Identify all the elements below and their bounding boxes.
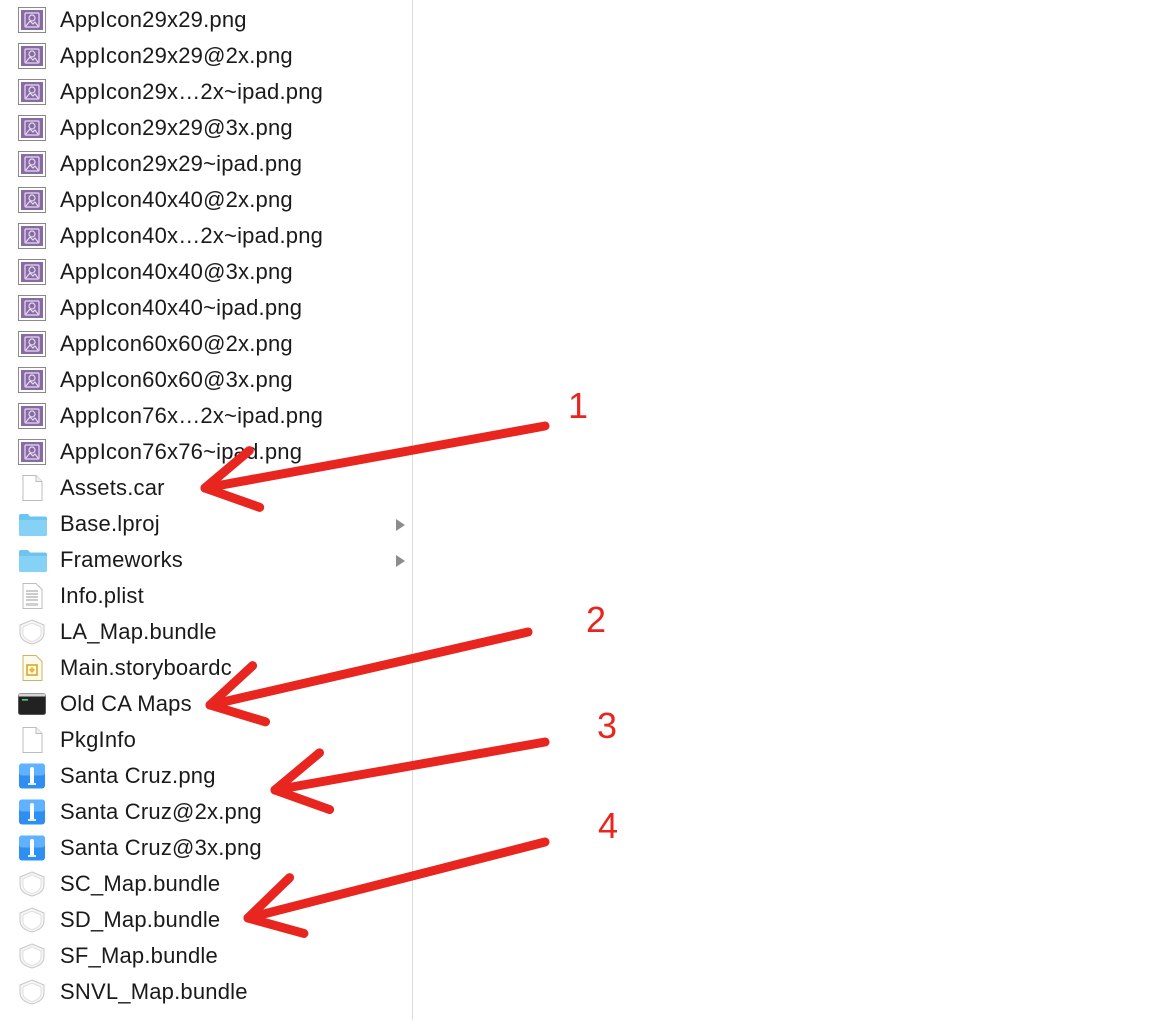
file-name: SC_Map.bundle: [60, 871, 221, 896]
list-item[interactable]: AppIcon60x60@3x.png: [0, 362, 412, 398]
list-item[interactable]: PkgInfo: [0, 722, 412, 758]
callout-number-1: 1: [568, 385, 589, 426]
file-name: PkgInfo: [60, 727, 137, 752]
list-item[interactable]: Santa Cruz.png: [0, 758, 412, 794]
list-item[interactable]: Info.plist: [0, 578, 412, 614]
callout-number-3: 3: [597, 705, 618, 746]
list-item[interactable]: Santa Cruz@3x.png: [0, 830, 412, 866]
list-item[interactable]: SD_Map.bundle: [0, 902, 412, 938]
list-item[interactable]: AppIcon29x29@2x.png: [0, 38, 412, 74]
image-icon: [18, 151, 46, 177]
list-item[interactable]: AppIcon29x29@3x.png: [0, 110, 412, 146]
bundle-icon: [18, 979, 46, 1005]
image-icon: [18, 115, 46, 141]
list-item[interactable]: AppIcon76x…2x~ipad.png: [0, 398, 412, 434]
image-icon: [18, 367, 46, 393]
storyboard-icon: [18, 655, 46, 681]
file-name: AppIcon40x40@2x.png: [60, 187, 293, 212]
image-icon: [18, 439, 46, 465]
file-name: Old CA Maps: [60, 691, 192, 716]
file-name: Info.plist: [60, 583, 144, 608]
list-item[interactable]: AppIcon40x40@2x.png: [0, 182, 412, 218]
image-icon: [18, 259, 46, 285]
image-icon: [18, 7, 46, 33]
xcode-image-icon: [18, 799, 46, 825]
list-item[interactable]: Main.storyboardc: [0, 650, 412, 686]
bundle-icon: [18, 907, 46, 933]
xcode-image-icon: [18, 763, 46, 789]
image-icon: [18, 331, 46, 357]
file-name: AppIcon29x29.png: [60, 7, 247, 32]
file-name: AppIcon60x60@3x.png: [60, 367, 293, 392]
file-name: AppIcon40x40@3x.png: [60, 259, 293, 284]
file-name: Santa Cruz@2x.png: [60, 799, 262, 824]
list-item[interactable]: LA_Map.bundle: [0, 614, 412, 650]
file-name: Santa Cruz.png: [60, 763, 216, 788]
list-item[interactable]: AppIcon40x…2x~ipad.png: [0, 218, 412, 254]
file-name: AppIcon29x29@3x.png: [60, 115, 293, 140]
xcode-image-icon: [18, 835, 46, 861]
file-name: AppIcon40x…2x~ipad.png: [60, 223, 324, 248]
file-name: AppIcon29x29~ipad.png: [60, 151, 303, 176]
file-name: AppIcon40x40~ipad.png: [60, 295, 303, 320]
list-item[interactable]: AppIcon29x…2x~ipad.png: [0, 74, 412, 110]
file-name: LA_Map.bundle: [60, 619, 217, 644]
finder-column: AppIcon29x29.png AppIcon29x29@2x.png AppIc…: [0, 0, 413, 1020]
file-name: SD_Map.bundle: [60, 907, 221, 932]
list-item[interactable]: Santa Cruz@2x.png: [0, 794, 412, 830]
file-name: AppIcon76x76~ipad.png: [60, 439, 303, 464]
plist-icon: [18, 583, 46, 609]
image-icon: [18, 403, 46, 429]
file-name: AppIcon29x…2x~ipad.png: [60, 79, 324, 104]
terminal-icon: [18, 691, 46, 717]
list-item[interactable]: SC_Map.bundle: [0, 866, 412, 902]
file-name: Base.lproj: [60, 511, 160, 536]
file-name: Santa Cruz@3x.png: [60, 835, 262, 860]
callout-number-4: 4: [598, 805, 619, 846]
file-name: Main.storyboardc: [60, 655, 232, 680]
file-name: AppIcon60x60@2x.png: [60, 331, 293, 356]
image-icon: [18, 79, 46, 105]
bundle-icon: [18, 619, 46, 645]
bundle-icon: [18, 871, 46, 897]
list-item[interactable]: AppIcon29x29~ipad.png: [0, 146, 412, 182]
file-name: AppIcon29x29@2x.png: [60, 43, 293, 68]
file-name: AppIcon76x…2x~ipad.png: [60, 403, 324, 428]
list-item[interactable]: SNVL_Map.bundle: [0, 974, 412, 1010]
file-name: SF_Map.bundle: [60, 943, 218, 968]
folder-icon: [18, 511, 47, 537]
list-item[interactable]: SF_Map.bundle: [0, 938, 412, 974]
file-name: Assets.car: [60, 475, 165, 500]
list-item[interactable]: AppIcon40x40@3x.png: [0, 254, 412, 290]
image-icon: [18, 223, 46, 249]
file-name: SNVL_Map.bundle: [60, 979, 248, 1004]
list-item[interactable]: AppIcon60x60@2x.png: [0, 326, 412, 362]
image-icon: [18, 43, 46, 69]
disclosure-triangle-icon[interactable]: [392, 553, 408, 569]
list-item[interactable]: Old CA Maps: [0, 686, 412, 722]
list-item[interactable]: AppIcon76x76~ipad.png: [0, 434, 412, 470]
list-item[interactable]: AppIcon29x29.png: [0, 2, 412, 38]
list-item[interactable]: AppIcon40x40~ipad.png: [0, 290, 412, 326]
disclosure-triangle-icon[interactable]: [392, 517, 408, 533]
list-item[interactable]: Assets.car: [0, 470, 412, 506]
list-item[interactable]: Frameworks: [0, 542, 412, 578]
folder-icon: [18, 547, 47, 573]
document-icon: [18, 475, 46, 501]
image-icon: [18, 187, 46, 213]
list-item[interactable]: Base.lproj: [0, 506, 412, 542]
bundle-icon: [18, 943, 46, 969]
document-icon: [18, 727, 46, 753]
image-icon: [18, 295, 46, 321]
callout-number-2: 2: [586, 599, 607, 640]
file-name: Frameworks: [60, 547, 184, 572]
